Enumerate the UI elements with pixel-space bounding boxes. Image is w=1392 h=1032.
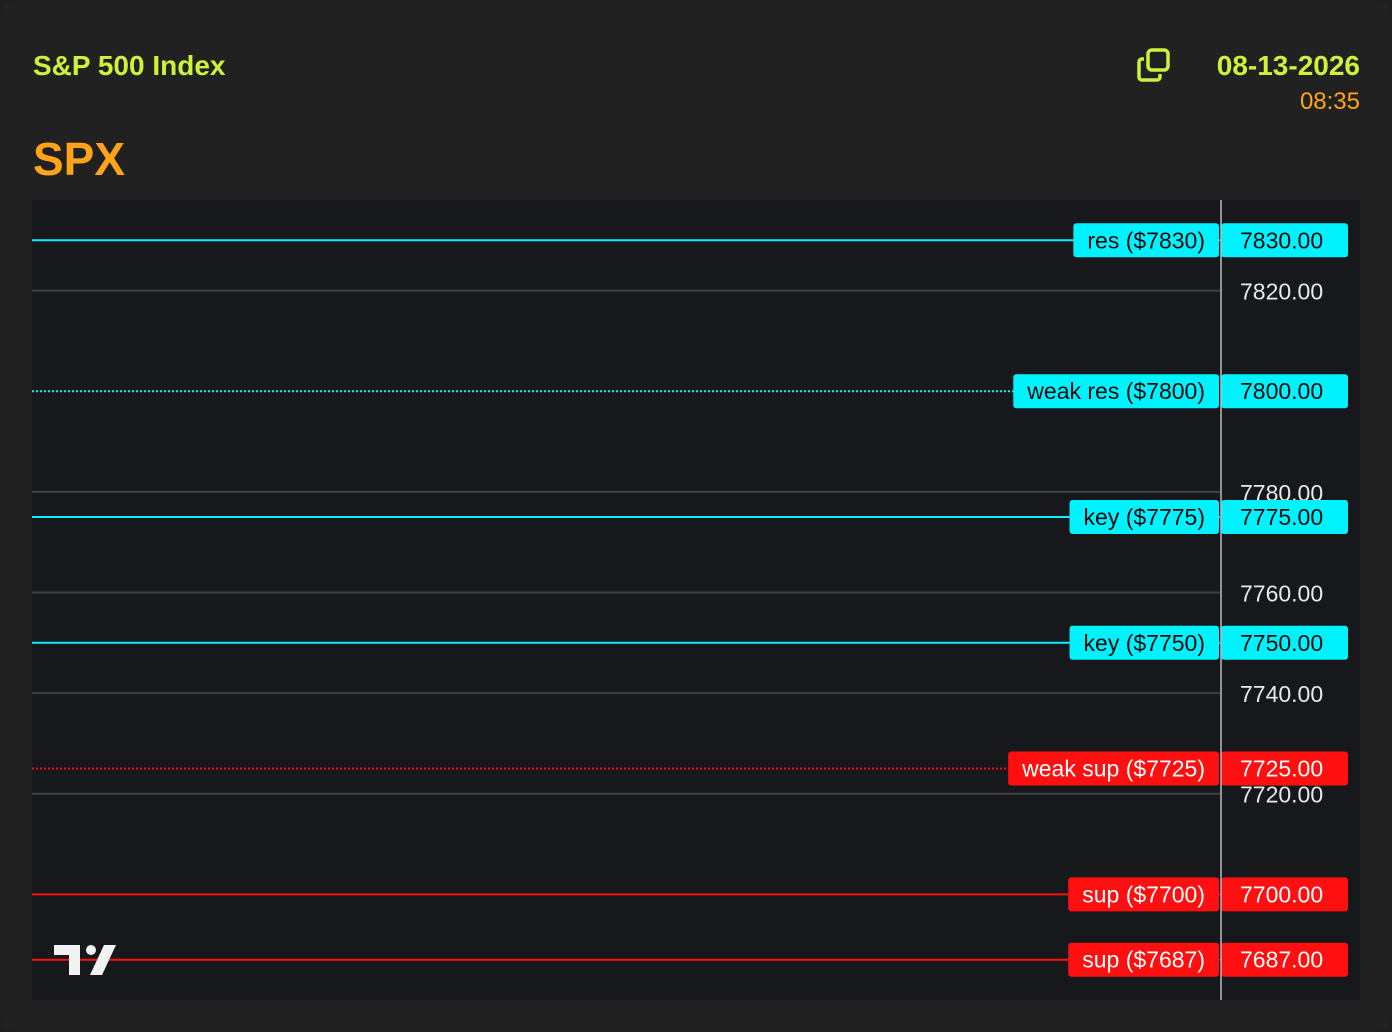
chart-canvas: 7820.007780.007760.007740.007720.00res (… bbox=[32, 200, 1360, 1000]
price-tag-label: 7800.00 bbox=[1240, 378, 1323, 404]
price-tag-label: 7775.00 bbox=[1240, 504, 1323, 530]
y-tick-label: 7740.00 bbox=[1240, 681, 1323, 707]
y-tick-label: 7720.00 bbox=[1240, 782, 1323, 808]
date-label: 08-13-2026 bbox=[1216, 50, 1360, 81]
level-label: key ($7750) bbox=[1084, 630, 1205, 656]
copy-icon[interactable] bbox=[1136, 47, 1172, 83]
level-label: key ($7775) bbox=[1084, 504, 1205, 530]
price-tag-label: 7700.00 bbox=[1240, 881, 1323, 907]
price-tag-label: 7830.00 bbox=[1240, 227, 1323, 253]
widget-card: S&P 500 Index 08-13-2026 08:35 SPX 7820.… bbox=[0, 0, 1392, 1032]
level-label: res ($7830) bbox=[1087, 227, 1205, 253]
index-name: S&P 500 Index bbox=[33, 50, 226, 81]
ticker-symbol: SPX bbox=[33, 133, 126, 185]
price-tag-label: 7725.00 bbox=[1240, 756, 1323, 782]
price-tag-label: 7750.00 bbox=[1240, 630, 1323, 656]
level-label: sup ($7687) bbox=[1082, 947, 1205, 973]
price-tag-label: 7687.00 bbox=[1240, 947, 1323, 973]
time-label: 08:35 bbox=[1299, 88, 1360, 115]
level-label: weak res ($7800) bbox=[1026, 378, 1205, 404]
y-tick-label: 7820.00 bbox=[1240, 279, 1323, 305]
y-tick-label: 7760.00 bbox=[1240, 580, 1323, 606]
level-label: weak sup ($7725) bbox=[1021, 756, 1205, 782]
level-label: sup ($7700) bbox=[1082, 881, 1205, 907]
price-levels-chart[interactable]: 7820.00 7780.00 7760.00 7740.00 7720.00 res (… bbox=[32, 200, 1360, 1000]
